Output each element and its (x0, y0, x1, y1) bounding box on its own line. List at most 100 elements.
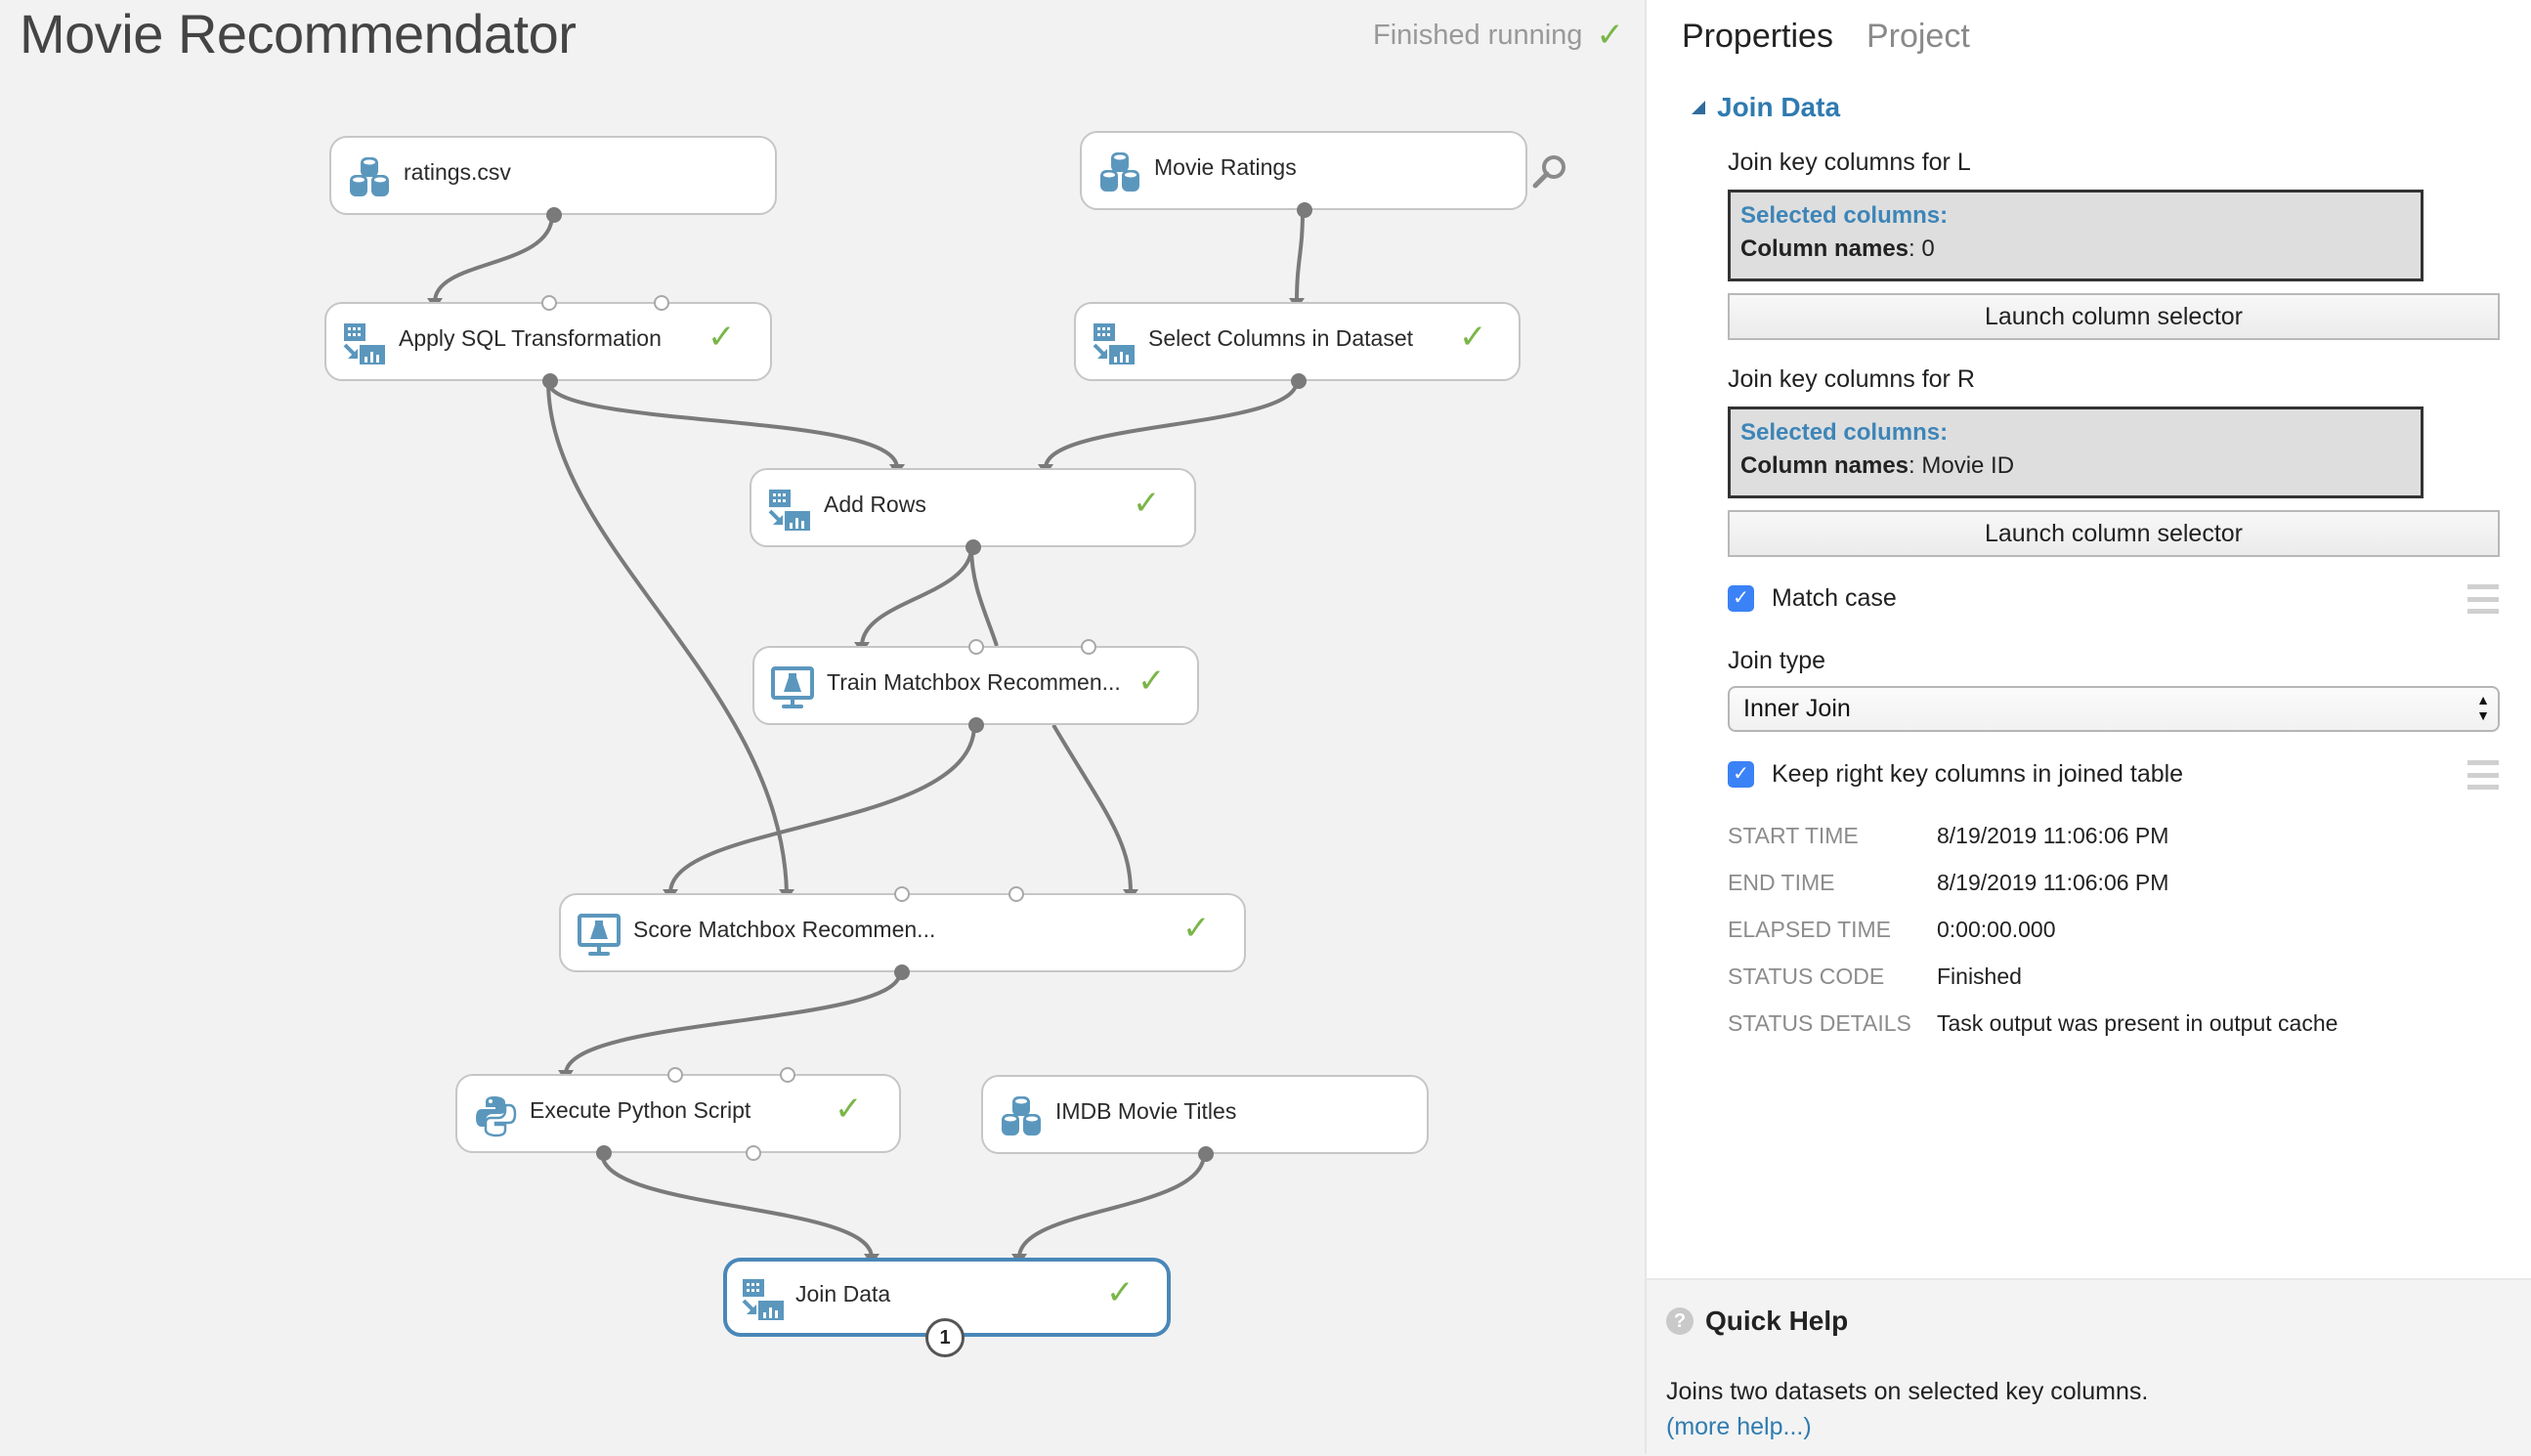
module-add-rows[interactable]: Add Rows ✓ (750, 468, 1196, 555)
output-port[interactable] (596, 1145, 612, 1161)
right-keys-summary: Selected columns: Column names: Movie ID (1728, 407, 2424, 498)
input-port[interactable] (667, 1067, 683, 1083)
run-info-row: ELAPSED TIME 0:00:00.000 (1728, 917, 2056, 943)
join-type-select[interactable]: Inner Join ▲ ▼ (1728, 686, 2500, 732)
quick-help-title: Quick Help (1705, 1306, 1849, 1336)
edge-python-to-join (600, 1152, 874, 1259)
match-case-checkbox[interactable]: ✓ (1728, 585, 1754, 612)
output-port[interactable] (1297, 202, 1312, 218)
keep-right-row: ✓ Keep right key columns in joined table (1728, 760, 2183, 789)
output-port[interactable] (746, 1145, 761, 1161)
experiment-canvas[interactable]: Movie Recommendator Finished running ✓ r… (0, 0, 1645, 1454)
input-port[interactable] (1008, 886, 1024, 902)
check-icon: ✓ (835, 1091, 863, 1128)
column-names-value: : 0 (1909, 236, 1935, 262)
output-port[interactable] (894, 964, 910, 980)
run-info-value: Task output was present in output cache (1937, 1010, 2338, 1036)
module-label: Train Matchbox Recommen... (827, 669, 1121, 695)
input-port[interactable] (1081, 639, 1096, 655)
module-apply-sql[interactable]: Apply SQL Transformation ✓ (324, 295, 772, 389)
column-names-line: Column names: Movie ID (1740, 452, 2411, 480)
module-select-columns[interactable]: Select Columns in Dataset ✓ (1074, 302, 1521, 389)
module-score-matchbox[interactable]: Score Matchbox Recommen... ✓ (559, 886, 1246, 980)
run-info-row: END TIME 8/19/2019 11:06:06 PM (1728, 870, 2168, 896)
tab-project[interactable]: Project (1866, 18, 1970, 56)
transform-icon (343, 323, 385, 364)
right-keys-label: Join key columns for R (1728, 365, 1975, 393)
edge-ratings-to-sql (433, 214, 554, 303)
dataset-icon (1002, 1096, 1041, 1135)
ml-train-icon (771, 666, 814, 708)
output-port-badge[interactable]: 1 (925, 1318, 965, 1357)
module-label: Execute Python Script (530, 1097, 751, 1123)
more-help-link[interactable]: (more help...) (1666, 1413, 1812, 1441)
module-ratings-csv[interactable]: ratings.csv (329, 136, 777, 223)
output-port[interactable] (542, 373, 558, 389)
module-train-matchbox[interactable]: Train Matchbox Recommen... ✓ (752, 639, 1199, 733)
run-info-row: STATUS CODE Finished (1728, 964, 2022, 990)
output-port[interactable] (965, 539, 981, 555)
module-label: IMDB Movie Titles (1055, 1098, 1237, 1124)
check-icon: ✓ (1137, 663, 1166, 700)
properties-panel: Properties Project Join Data Join key co… (1645, 0, 2531, 1456)
output-port[interactable] (968, 717, 984, 733)
quick-help-text: Joins two datasets on selected key colum… (1666, 1378, 2149, 1405)
edge-train-to-score (668, 724, 976, 894)
updown-arrows-icon: ▲ ▼ (2476, 692, 2490, 723)
drag-handle-icon[interactable] (2467, 584, 2499, 614)
run-info-row: STATUS DETAILS Task output was present in… (1728, 1010, 2338, 1037)
panel-tabs: Properties Project (1682, 18, 1970, 56)
section-join-data[interactable]: Join Data (1692, 92, 1840, 123)
dataset-icon (350, 157, 389, 196)
module-execute-python[interactable]: Execute Python Script ✓ (455, 1067, 901, 1161)
run-info-value: Finished (1937, 964, 2022, 989)
search-icon[interactable] (1530, 152, 1569, 192)
column-names-value: : Movie ID (1909, 452, 2015, 479)
run-info-value: 0:00:00.000 (1937, 917, 2056, 942)
run-info-value: 8/19/2019 11:06:06 PM (1937, 870, 2169, 895)
edge-imdb-to-join (1017, 1153, 1206, 1259)
edge-sql-to-addrows (546, 380, 899, 469)
check-icon: ✓ (1182, 910, 1211, 947)
module-label: Join Data (795, 1281, 891, 1306)
check-icon: ✓ (1459, 319, 1487, 356)
output-port[interactable] (1291, 373, 1307, 389)
input-port[interactable] (968, 639, 984, 655)
column-names-line: Column names: 0 (1740, 236, 2411, 263)
run-info-key: START TIME (1728, 823, 1859, 848)
module-imdb-titles[interactable]: IMDB Movie Titles (981, 1075, 1429, 1162)
input-port[interactable] (780, 1067, 795, 1083)
check-icon: ✓ (1133, 485, 1161, 522)
module-label: Apply SQL Transformation (399, 325, 662, 351)
module-movie-ratings[interactable]: Movie Ratings (1080, 131, 1527, 218)
quick-help-header: ? Quick Help (1666, 1306, 1848, 1337)
input-port[interactable] (654, 295, 669, 311)
connection-layer (427, 209, 1305, 1265)
selected-columns-heading: Selected columns: (1740, 202, 1949, 229)
edge-score-to-python (564, 971, 902, 1075)
module-label: Add Rows (824, 492, 926, 517)
transform-icon (742, 1279, 784, 1320)
collapse-triangle-icon (1692, 101, 1705, 114)
match-case-label: Match case (1772, 584, 1897, 612)
launch-column-selector-left-button[interactable]: Launch column selector (1728, 293, 2500, 340)
column-names-label: Column names (1740, 236, 1909, 262)
selected-columns-heading: Selected columns: (1740, 419, 1949, 446)
output-port[interactable] (1198, 1146, 1214, 1162)
check-icon: ✓ (708, 319, 736, 356)
keep-right-label: Keep right key columns in joined table (1772, 760, 2184, 788)
left-keys-label: Join key columns for L (1728, 149, 1971, 176)
run-info-key: END TIME (1728, 870, 1835, 895)
drag-handle-icon[interactable] (2467, 760, 2499, 790)
keep-right-checkbox[interactable]: ✓ (1728, 761, 1754, 788)
input-port[interactable] (541, 295, 557, 311)
output-port[interactable] (546, 207, 562, 223)
python-icon (476, 1096, 517, 1137)
edge-movieratings-to-select (1295, 209, 1305, 303)
run-info-key: ELAPSED TIME (1728, 917, 1892, 942)
launch-column-selector-right-button[interactable]: Launch column selector (1728, 510, 2500, 557)
input-port[interactable] (894, 886, 910, 902)
tab-properties[interactable]: Properties (1682, 18, 1833, 56)
help-icon: ? (1666, 1307, 1694, 1335)
dataset-icon (1100, 152, 1139, 192)
